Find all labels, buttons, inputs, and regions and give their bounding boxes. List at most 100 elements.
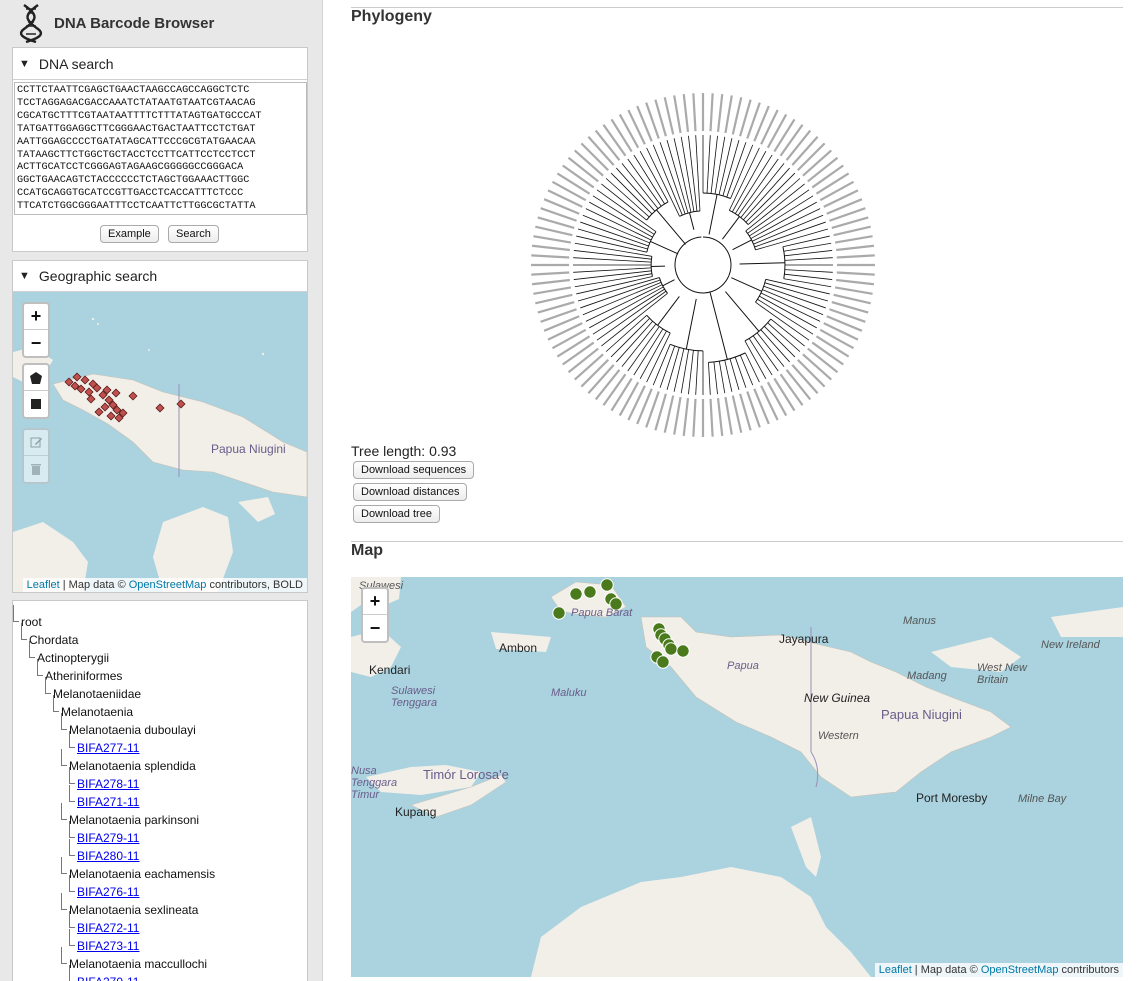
map-label: Manus [903,615,937,627]
specimen-marker[interactable] [583,585,597,599]
draw-polygon-button[interactable] [24,365,48,391]
tree-branch [587,136,615,166]
tree-branch [567,156,599,183]
tree-branch [819,328,855,350]
tree-branch [533,235,572,244]
tree-branch [685,298,697,350]
tree-branch [807,156,839,183]
tree-branch [535,225,573,237]
tree-branch [574,242,652,257]
specimen-marker[interactable] [80,375,90,385]
tree-branch [784,273,833,280]
specimen-marker[interactable] [176,399,186,409]
dna-search-header[interactable]: ▼ DNA search [13,48,307,80]
tree-branch [815,335,850,358]
tree-branch [784,269,833,273]
download-tree-button[interactable]: Download tree [353,505,440,523]
tree-connector [61,713,67,730]
tree-branch [547,189,583,208]
specimen-marker[interactable] [552,606,566,620]
dna-logo-icon [19,4,43,43]
download-sequences-button[interactable]: Download sequences [353,461,475,479]
tree-branch [577,277,660,302]
specimen-marker[interactable] [86,394,96,404]
tree-branch [766,381,788,417]
record-link[interactable]: BIFA273-11 [77,939,139,953]
specimen-marker[interactable] [600,578,614,592]
specimen-marker[interactable] [111,388,121,398]
tree-connector [45,677,51,694]
tree-branch [706,135,711,194]
map-zoom-in-button[interactable]: + [363,589,387,615]
tree-connector [29,641,35,658]
geographic-search-header[interactable]: ▼ Geographic search [13,261,307,292]
specimen-marker[interactable] [664,642,678,656]
tree-branch [673,396,682,435]
tree-branch [709,398,714,437]
specimen-map[interactable]: Sulawesi Papua Barat Jayapura Manus New … [351,577,1123,977]
tree-branch [688,135,698,212]
tree-branch [567,347,599,374]
tree-branch [811,341,844,366]
record-link[interactable]: BIFA277-11 [77,741,139,755]
specimen-marker[interactable] [155,403,165,413]
specimen-marker[interactable] [656,655,670,669]
tree-connector [61,893,67,910]
phylogeny-heading: Phylogeny [351,8,432,25]
example-button[interactable]: Example [100,225,159,243]
tree-branch [618,381,640,417]
map-label: Madang [907,670,947,682]
record-link[interactable]: BIFA270-11 [77,975,139,981]
specimen-marker[interactable] [94,407,104,417]
delete-layers-button[interactable] [24,456,48,482]
tree-branch [739,354,754,386]
specimen-marker[interactable] [676,644,690,658]
tree-branch [531,254,570,259]
taxon-node: Atheriniformes [45,669,123,683]
sequence-textarea[interactable]: CCTTCTAATTCGAGCTGAACTAAGCCAGCCAGGCTCTC T… [14,82,307,215]
record-link[interactable]: BIFA280-11 [77,849,139,863]
geo-zoom-out-button[interactable]: − [24,330,48,356]
record-link[interactable]: BIFA271-11 [77,795,139,809]
geo-search-map[interactable]: Papua Niugini + − Leaflet | Map data © O… [13,292,307,592]
tree-branch [633,328,664,376]
tree-connector [69,785,75,802]
map-label: Timór Lorosa'e [423,767,509,782]
leaflet-link[interactable]: Leaflet [27,579,60,591]
download-distances-button[interactable]: Download distances [353,483,468,501]
tree-branch [574,353,604,381]
specimen-marker[interactable] [72,372,82,382]
record-link[interactable]: BIFA278-11 [77,777,139,791]
tree-branch [716,93,724,132]
tree-branch [535,293,573,305]
tree-connector [69,929,75,946]
tree-connector [21,623,27,640]
specimen-marker[interactable] [106,411,116,421]
tree-branch [834,235,873,244]
tree-branch [633,154,665,205]
map-zoom-out-button[interactable]: − [363,615,387,641]
record-link[interactable]: BIFA272-11 [77,921,139,935]
main-content: Phylogeny Tree length: 0.93 Download seq… [323,0,1146,981]
tree-branch [766,113,788,149]
tree-connector [69,911,75,928]
tree-branch [580,358,610,388]
record-link[interactable]: BIFA276-11 [77,885,139,899]
map-label: Kendari [369,663,411,677]
search-button[interactable]: Search [168,225,219,243]
specimen-marker[interactable] [569,587,583,601]
tree-branch [576,276,653,295]
osm-link[interactable]: OpenStreetMap [129,579,207,591]
tree-branch [815,172,850,195]
osm-link[interactable]: OpenStreetMap [981,964,1059,976]
sidebar: DNA Barcode Browser ▼ DNA search CCTTCTA… [0,0,323,981]
record-link[interactable]: BIFA279-11 [77,831,139,845]
draw-rectangle-button[interactable] [24,391,48,417]
leaflet-link[interactable]: Leaflet [879,964,912,976]
tree-branch [673,95,682,134]
geo-zoom-in-button[interactable]: + [24,304,48,330]
specimen-marker[interactable] [100,402,110,412]
edit-layers-button[interactable] [24,430,48,456]
specimen-marker[interactable] [84,387,94,397]
specimen-marker[interactable] [128,391,138,401]
